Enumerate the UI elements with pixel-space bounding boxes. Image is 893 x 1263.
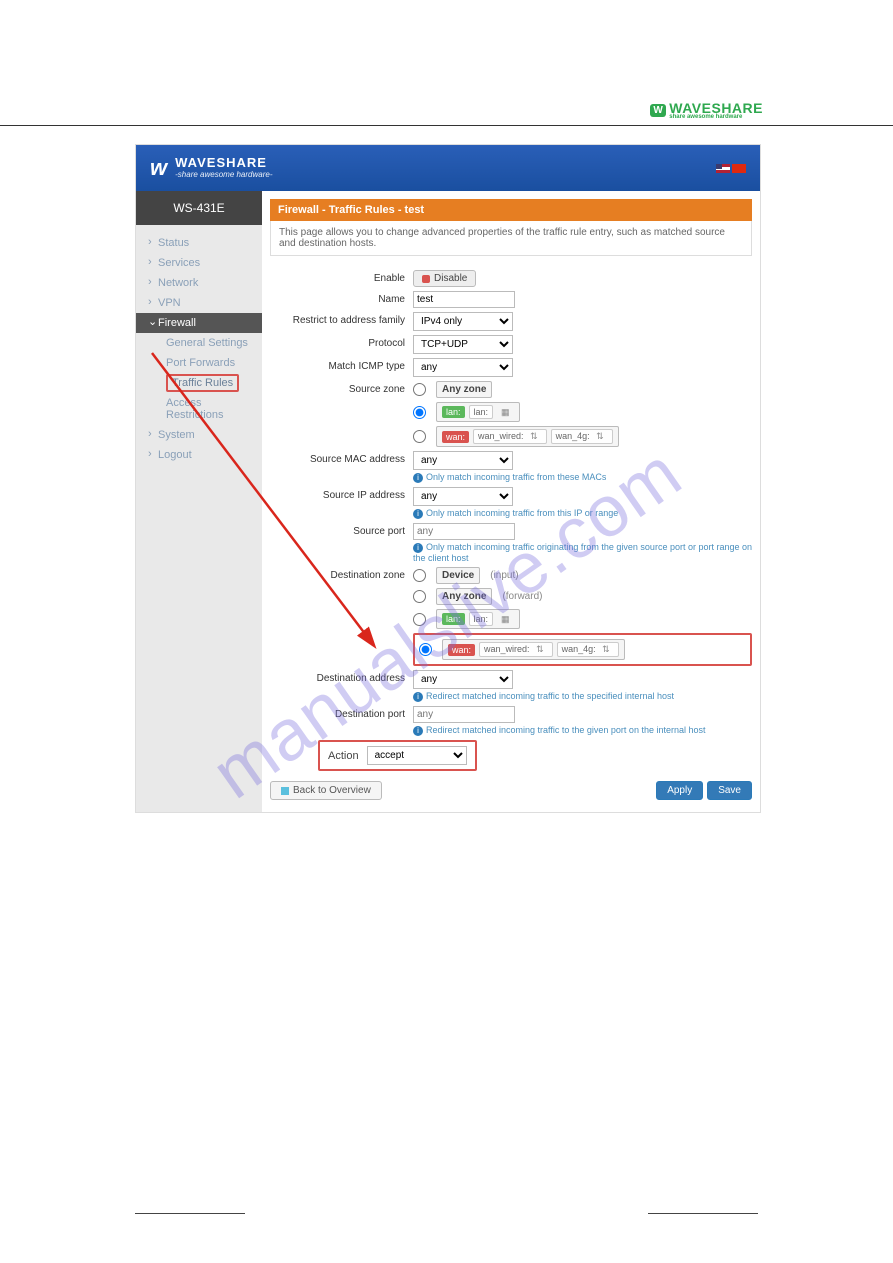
link-icon: ⇅: [592, 430, 608, 442]
nav-firewall-general[interactable]: General Settings: [136, 333, 262, 353]
disable-dot-icon: [422, 275, 430, 283]
src-port-label: Source port: [270, 523, 413, 537]
src-zone-wan-radio[interactable]: [413, 430, 426, 443]
dst-zone-wan: wan:wan_wired: ⇅wan_4g: ⇅: [442, 639, 625, 660]
nav-firewall[interactable]: Firewall: [136, 313, 262, 333]
brand-icon: w: [150, 155, 167, 181]
action-highlight: Action accept: [318, 740, 477, 771]
logo-mark-icon: W: [650, 104, 666, 117]
back-button[interactable]: Back to Overview: [270, 781, 382, 800]
ethernet-icon: ▦: [497, 406, 514, 419]
disable-button[interactable]: Disable: [413, 270, 476, 287]
protocol-label: Protocol: [270, 335, 413, 349]
sidebar: WS-431E Status Services Network VPN Fire…: [136, 191, 262, 812]
name-label: Name: [270, 291, 413, 305]
action-select[interactable]: accept: [367, 746, 467, 765]
name-input[interactable]: [413, 291, 515, 308]
info-icon: i: [413, 726, 423, 736]
enable-label: Enable: [270, 270, 413, 284]
src-zone-lan-radio[interactable]: [413, 406, 426, 419]
src-ip-hint: iOnly match incoming traffic from this I…: [413, 508, 752, 519]
ethernet-icon: ▦: [497, 613, 514, 626]
protocol-select[interactable]: TCP+UDP: [413, 335, 513, 354]
link-icon: ⇅: [598, 643, 614, 655]
nav-firewall-portfw[interactable]: Port Forwards: [136, 353, 262, 373]
nav-vpn[interactable]: VPN: [136, 293, 262, 313]
icmp-select[interactable]: any: [413, 358, 513, 377]
apply-button[interactable]: Apply: [656, 781, 703, 800]
src-zone-label: Source zone: [270, 381, 413, 395]
family-select[interactable]: IPv4 only: [413, 312, 513, 331]
src-mac-select[interactable]: any: [413, 451, 513, 470]
save-button[interactable]: Save: [707, 781, 752, 800]
src-port-input[interactable]: [413, 523, 515, 540]
dst-zone-wan-radio[interactable]: [419, 643, 432, 656]
dst-port-hint: iRedirect matched incoming traffic to th…: [413, 725, 752, 736]
brand-tagline: -share awesome hardware-: [175, 171, 272, 180]
src-ip-label: Source IP address: [270, 487, 413, 501]
src-mac-hint: iOnly match incoming traffic from these …: [413, 472, 752, 483]
dst-zone-lan-radio[interactable]: [413, 613, 426, 626]
language-flags: [716, 164, 746, 173]
icmp-label: Match ICMP type: [270, 358, 413, 372]
family-label: Restrict to address family: [270, 312, 413, 326]
dst-zone-any-radio[interactable]: [413, 590, 426, 603]
nav-services[interactable]: Services: [136, 253, 262, 273]
dst-zone-wan-highlight: wan:wan_wired: ⇅wan_4g: ⇅: [413, 633, 752, 666]
src-zone-any-radio[interactable]: [413, 383, 426, 396]
panel-title: Firewall - Traffic Rules - test: [270, 199, 752, 221]
document-footer: [135, 1213, 758, 1214]
flag-cn-icon[interactable]: [732, 164, 746, 173]
dst-zone-label: Destination zone: [270, 567, 413, 581]
flag-us-icon[interactable]: [716, 164, 730, 173]
link-icon: ⇅: [532, 643, 548, 655]
dst-zone-device: Device: [436, 567, 480, 584]
dst-zone-any: Any zone: [436, 588, 492, 605]
nav-firewall-access[interactable]: Access Restrictions: [136, 393, 262, 425]
dst-port-label: Destination port: [270, 706, 413, 720]
dst-port-input[interactable]: [413, 706, 515, 723]
device-model: WS-431E: [136, 191, 262, 225]
dst-addr-hint: iRedirect matched incoming traffic to th…: [413, 691, 752, 702]
back-icon: [281, 787, 289, 795]
dst-zone-device-radio[interactable]: [413, 569, 426, 582]
src-ip-select[interactable]: any: [413, 487, 513, 506]
dst-addr-label: Destination address: [270, 670, 413, 684]
src-port-hint: iOnly match incoming traffic originating…: [413, 542, 752, 563]
info-icon: i: [413, 692, 423, 702]
src-mac-label: Source MAC address: [270, 451, 413, 465]
src-zone-lan: lan:lan:▦: [436, 402, 520, 422]
topbar: w WAVESHARE -share awesome hardware-: [136, 145, 760, 191]
main-content: Firewall - Traffic Rules - test This pag…: [262, 191, 760, 812]
dst-zone-lan: lan:lan:▦: [436, 609, 520, 629]
link-icon: ⇅: [526, 430, 542, 442]
brand: w WAVESHARE -share awesome hardware-: [150, 155, 273, 181]
nav-status[interactable]: Status: [136, 233, 262, 253]
info-icon: i: [413, 509, 423, 519]
nav-menu: Status Services Network VPN Firewall Gen…: [136, 225, 262, 485]
panel-description: This page allows you to change advanced …: [270, 221, 752, 256]
nav-system[interactable]: System: [136, 425, 262, 445]
rule-form: Enable Disable Name Restrict to address …: [270, 256, 752, 800]
document-header: W WAVESHARE share awesome hardware: [0, 0, 893, 126]
router-admin-ui: w WAVESHARE -share awesome hardware- WS-…: [135, 144, 761, 813]
info-icon: i: [413, 543, 423, 553]
src-zone-any: Any zone: [436, 381, 492, 398]
nav-logout[interactable]: Logout: [136, 445, 262, 465]
nav-firewall-traffic-rules[interactable]: Traffic Rules: [136, 373, 262, 393]
info-icon: i: [413, 473, 423, 483]
dst-addr-select[interactable]: any: [413, 670, 513, 689]
nav-network[interactable]: Network: [136, 273, 262, 293]
brand-name: WAVESHARE: [175, 156, 272, 170]
waveshare-doc-logo: W WAVESHARE share awesome hardware: [650, 100, 763, 120]
action-label: Action: [328, 750, 359, 762]
src-zone-wan: wan:wan_wired: ⇅wan_4g: ⇅: [436, 426, 619, 447]
